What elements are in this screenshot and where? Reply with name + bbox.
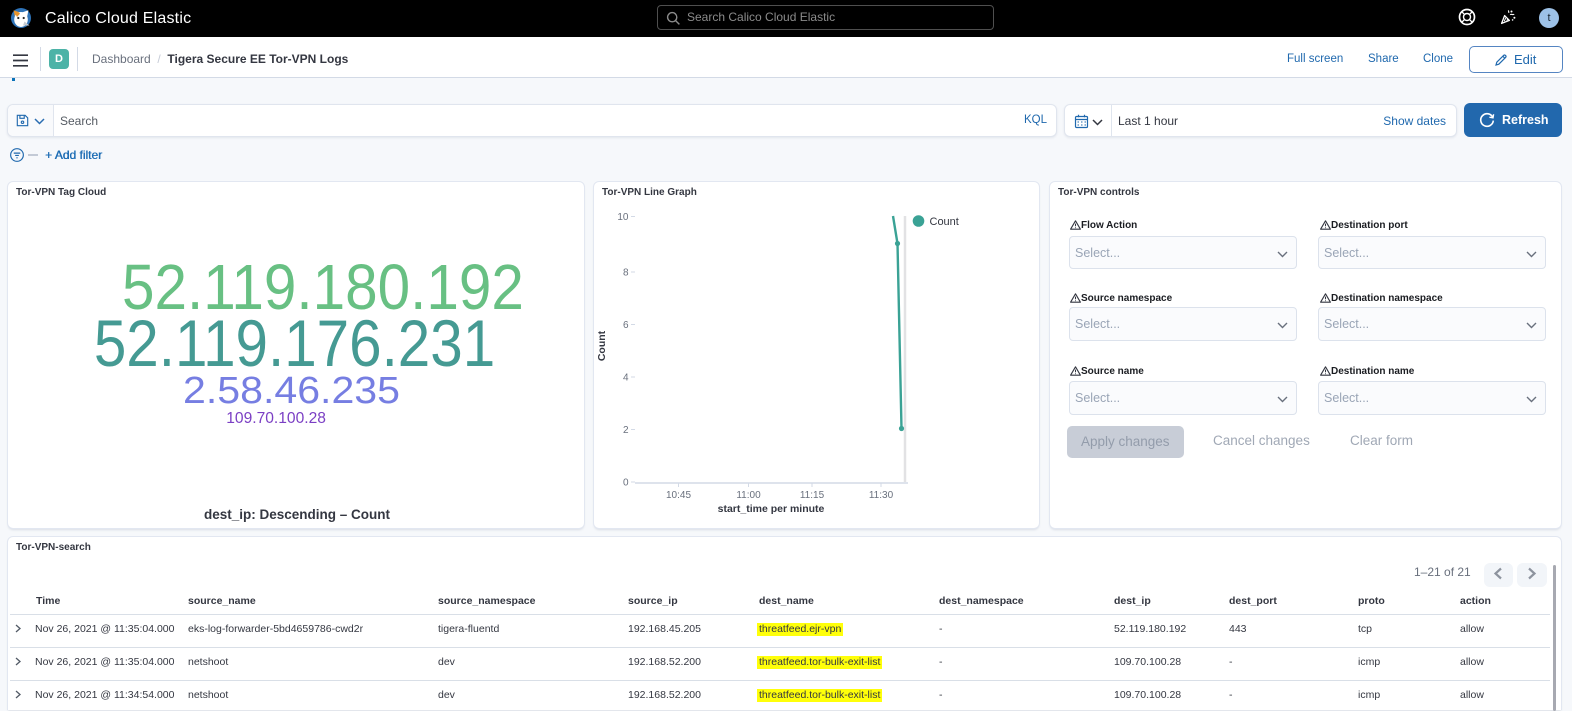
svg-text:0: 0 bbox=[623, 478, 629, 489]
svg-text:Count: Count bbox=[930, 216, 959, 228]
svg-text:10:45: 10:45 bbox=[666, 490, 691, 501]
svg-text:11:30: 11:30 bbox=[869, 490, 894, 501]
svg-text:10: 10 bbox=[617, 212, 629, 223]
svg-text:4: 4 bbox=[623, 373, 629, 384]
svg-text:Count: Count bbox=[596, 330, 608, 361]
svg-text:start_time per minute: start_time per minute bbox=[718, 503, 825, 515]
svg-text:8: 8 bbox=[623, 268, 629, 279]
svg-text:11:15: 11:15 bbox=[800, 490, 825, 501]
svg-text:11:00: 11:00 bbox=[736, 490, 761, 501]
svg-text:2: 2 bbox=[623, 425, 629, 436]
svg-text:6: 6 bbox=[623, 320, 629, 331]
